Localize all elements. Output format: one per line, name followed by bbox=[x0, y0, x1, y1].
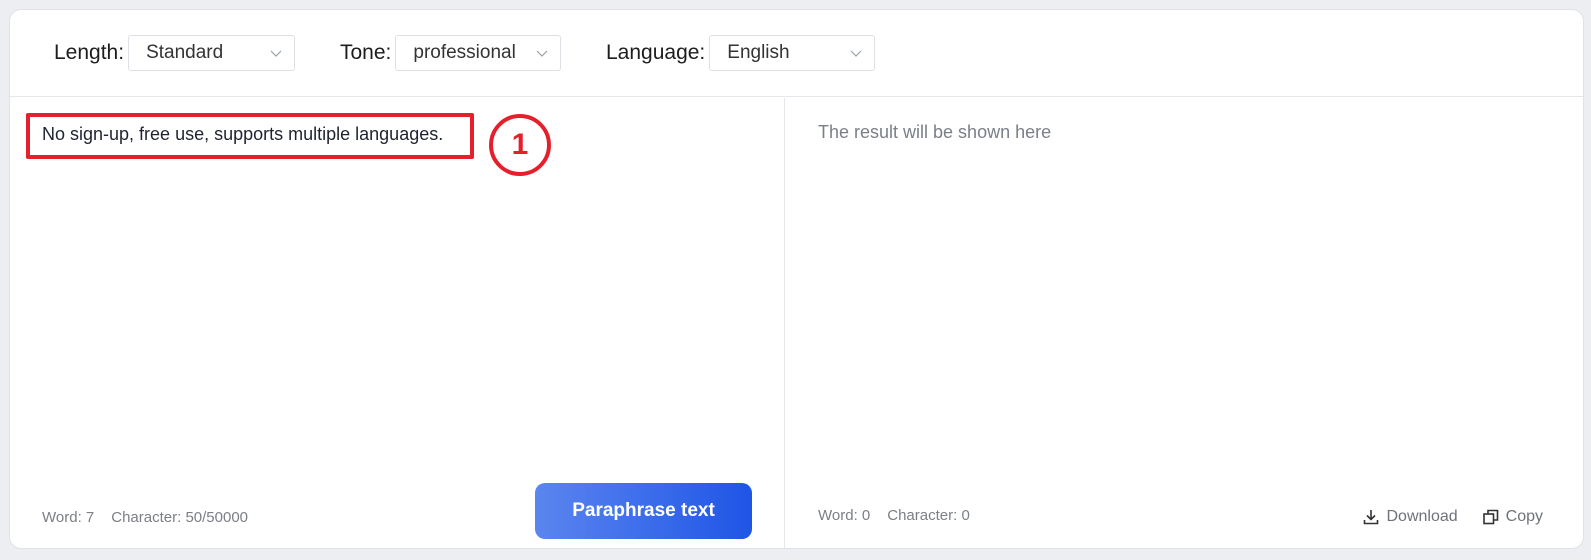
language-select[interactable]: English bbox=[709, 35, 876, 71]
output-actions: Download Copy bbox=[1362, 508, 1543, 526]
tone-option: Tone: professional bbox=[340, 35, 562, 71]
output-pane: The result will be shown here Word: 0 Ch… bbox=[785, 98, 1583, 548]
input-word-count: Word: 7 bbox=[42, 509, 95, 526]
output-char-count: Character: 0 bbox=[887, 507, 970, 524]
paraphraser-card: Length: Standard Tone: professional Lang… bbox=[9, 9, 1584, 549]
download-button[interactable]: Download bbox=[1362, 508, 1458, 526]
output-stats: Word: 0 Character: 0 bbox=[818, 507, 970, 524]
chevron-down-icon bbox=[850, 50, 862, 57]
length-option: Length: Standard bbox=[54, 35, 296, 71]
input-pane: No sign-up, free use, supports multiple … bbox=[10, 98, 785, 548]
tone-select[interactable]: professional bbox=[395, 35, 562, 71]
language-label: Language: bbox=[606, 41, 706, 64]
language-value: English bbox=[727, 42, 790, 63]
length-label: Length: bbox=[54, 41, 125, 64]
copy-button[interactable]: Copy bbox=[1482, 508, 1543, 526]
result-placeholder: The result will be shown here bbox=[818, 122, 1052, 142]
chevron-down-icon bbox=[536, 50, 548, 57]
length-select[interactable]: Standard bbox=[128, 35, 296, 71]
input-char-count: Character: 50/50000 bbox=[111, 509, 249, 526]
paraphrase-button[interactable]: Paraphrase text bbox=[535, 483, 752, 539]
step-number-badge: 1 bbox=[489, 114, 551, 176]
length-value: Standard bbox=[146, 42, 224, 63]
copy-icon bbox=[1482, 509, 1498, 525]
input-stats: Word: 7 Character: 50/50000 bbox=[42, 509, 248, 526]
tone-label: Tone: bbox=[340, 41, 392, 64]
output-word-count: Word: 0 bbox=[818, 507, 871, 524]
options-toolbar: Length: Standard Tone: professional Lang… bbox=[10, 10, 1583, 97]
download-icon bbox=[1364, 510, 1379, 525]
chevron-down-icon bbox=[270, 50, 282, 57]
tone-value: professional bbox=[413, 42, 516, 63]
annotation-highlight-box bbox=[26, 113, 474, 159]
download-label: Download bbox=[1386, 508, 1458, 525]
language-option: Language: English bbox=[606, 35, 876, 71]
copy-label: Copy bbox=[1505, 508, 1543, 525]
